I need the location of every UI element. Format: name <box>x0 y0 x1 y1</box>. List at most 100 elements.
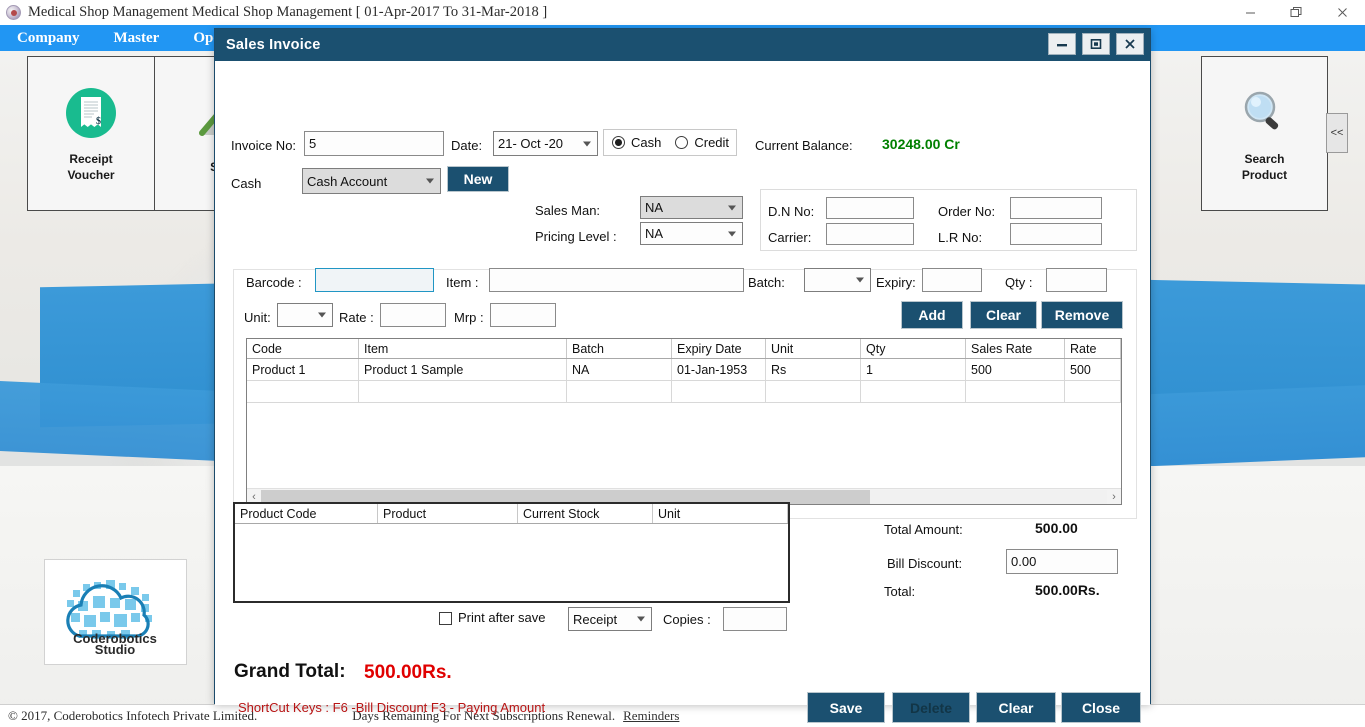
cash-account-value: Cash Account <box>307 173 388 189</box>
batch-select[interactable] <box>804 268 871 292</box>
invoice-no-input[interactable]: 5 <box>304 131 444 156</box>
tile-receipt-voucher[interactable]: $ Receipt Voucher <box>27 56 154 211</box>
tile-label-line1: Search <box>1244 151 1285 166</box>
print-after-save-checkbox[interactable] <box>439 612 452 625</box>
mrp-input[interactable] <box>490 303 556 327</box>
save-button[interactable]: Save <box>807 692 885 723</box>
pricing-level-select[interactable]: NA <box>640 222 743 245</box>
column-expiry-date: Expiry Date <box>672 339 766 358</box>
grand-total-value: 500.00Rs. <box>364 662 452 683</box>
minimize-icon[interactable] <box>1048 33 1076 55</box>
print-after-save-label: Print after save <box>458 610 546 625</box>
app-icon <box>6 5 21 20</box>
status-bar: © 2017, Coderobotics Infotech Private Li… <box>0 704 1365 727</box>
barcode-label: Barcode : <box>246 275 302 290</box>
application-window: Medical Shop Management Medical Shop Man… <box>0 0 1365 727</box>
table-row[interactable]: Product 1 Product 1 Sample NA 01-Jan-195… <box>247 359 1121 381</box>
pricing-level-label: Pricing Level : <box>535 229 617 244</box>
scroll-left-icon[interactable]: ‹ <box>247 491 261 503</box>
new-button[interactable]: New <box>447 166 509 192</box>
menu-item-master[interactable]: Master <box>97 25 177 51</box>
sales-man-select[interactable]: NA <box>640 196 743 219</box>
total-amount-label: Total Amount: <box>884 522 963 537</box>
maximize-icon[interactable] <box>1273 0 1319 25</box>
close-icon[interactable] <box>1319 0 1365 25</box>
dialog-title-bar: Sales Invoice <box>215 29 1150 61</box>
cash-label: Cash <box>231 176 262 191</box>
lr-no-label: L.R No: <box>938 230 983 245</box>
unit-label: Unit: <box>244 310 271 325</box>
collapse-panel-button[interactable]: << <box>1326 113 1348 153</box>
close-button[interactable]: Close <box>1061 692 1141 723</box>
main-window-title: Medical Shop Management Medical Shop Man… <box>28 4 548 20</box>
cell-rate: 500 <box>1065 359 1121 381</box>
chevron-down-icon <box>728 205 736 210</box>
dn-no-input[interactable] <box>826 197 914 219</box>
sales-man-label: Sales Man: <box>535 203 601 218</box>
column-rate: Rate <box>1065 339 1121 358</box>
cell-batch: NA <box>567 359 672 381</box>
close-icon[interactable] <box>1116 33 1144 55</box>
order-no-input[interactable] <box>1010 197 1102 219</box>
svg-text:Studio: Studio <box>95 642 135 656</box>
item-input[interactable] <box>489 268 744 292</box>
brand-logo: Coderobotics Studio <box>44 559 187 665</box>
qty-label: Qty : <box>1005 275 1033 290</box>
date-picker[interactable]: 21- Oct -20 <box>493 131 598 156</box>
bill-discount-input[interactable]: 0.00 <box>1006 549 1118 574</box>
cell-sales-rate: 500 <box>966 359 1065 381</box>
tile-label: Receipt Voucher <box>67 151 114 183</box>
unit-select[interactable] <box>277 303 333 327</box>
invoice-items-grid[interactable]: Code Item Batch Expiry Date Unit Qty Sal… <box>246 338 1122 505</box>
minimize-icon[interactable] <box>1227 0 1273 25</box>
cash-account-select[interactable]: Cash Account <box>302 168 441 194</box>
column-code: Code <box>247 339 359 358</box>
remove-item-button[interactable]: Remove <box>1041 301 1123 329</box>
delete-button[interactable]: Delete <box>892 692 970 723</box>
column-unit: Unit <box>766 339 861 358</box>
sales-invoice-dialog: Sales Invoice Invoice No: 5 Date: 21- Oc… <box>214 28 1151 723</box>
clear-button[interactable]: Clear <box>976 692 1056 723</box>
reminders-link[interactable]: Reminders <box>623 708 679 724</box>
cell-code: Product 1 <box>247 359 359 381</box>
payment-type-group: Cash Credit <box>603 129 737 156</box>
total-label: Total: <box>884 584 916 599</box>
tile-label-line1: Receipt <box>69 151 113 166</box>
mrp-label: Mrp : <box>454 310 484 325</box>
tile-label-line2: Voucher <box>67 167 115 182</box>
maximize-icon[interactable] <box>1082 33 1110 55</box>
expiry-input[interactable] <box>922 268 982 292</box>
scroll-right-icon[interactable]: › <box>1107 491 1121 503</box>
chevron-down-icon <box>583 141 591 146</box>
barcode-input[interactable] <box>315 268 434 292</box>
clear-item-button[interactable]: Clear <box>970 301 1037 329</box>
lr-no-input[interactable] <box>1010 223 1102 245</box>
table-row[interactable] <box>247 381 1121 403</box>
rate-input[interactable] <box>380 303 446 327</box>
stock-grid[interactable]: Product Code Product Current Stock Unit <box>233 502 790 603</box>
cash-radio[interactable] <box>612 136 625 149</box>
qty-input[interactable] <box>1046 268 1107 292</box>
add-button[interactable]: Add <box>901 301 963 329</box>
magnifier-icon <box>1237 85 1293 141</box>
dialog-window-controls <box>1048 33 1144 55</box>
credit-radio[interactable] <box>675 136 689 149</box>
stock-grid-header: Product Code Product Current Stock Unit <box>235 504 788 524</box>
print-format-select[interactable]: Receipt <box>568 607 652 631</box>
tile-search-product[interactable]: Search Product <box>1201 56 1328 211</box>
date-value: 21- Oct -20 <box>498 136 564 151</box>
total-value: 500.00Rs. <box>1035 582 1100 598</box>
column-qty: Qty <box>861 339 966 358</box>
current-balance-value: 30248.00 Cr <box>882 136 960 152</box>
chevron-down-icon <box>426 178 434 184</box>
copies-input[interactable] <box>723 607 787 631</box>
main-window-controls <box>1227 0 1365 25</box>
shortcut-keys-hint: ShortCut Keys : F6 -Bill Discount F3 - P… <box>238 700 546 715</box>
cash-radio-label: Cash <box>631 135 662 150</box>
chevron-down-icon <box>856 277 864 283</box>
carrier-input[interactable] <box>826 223 914 245</box>
cell-qty: 1 <box>861 359 966 381</box>
menu-item-company[interactable]: Company <box>0 25 97 51</box>
column-sales-rate: Sales Rate <box>966 339 1065 358</box>
receipt-icon: $ <box>63 85 119 141</box>
